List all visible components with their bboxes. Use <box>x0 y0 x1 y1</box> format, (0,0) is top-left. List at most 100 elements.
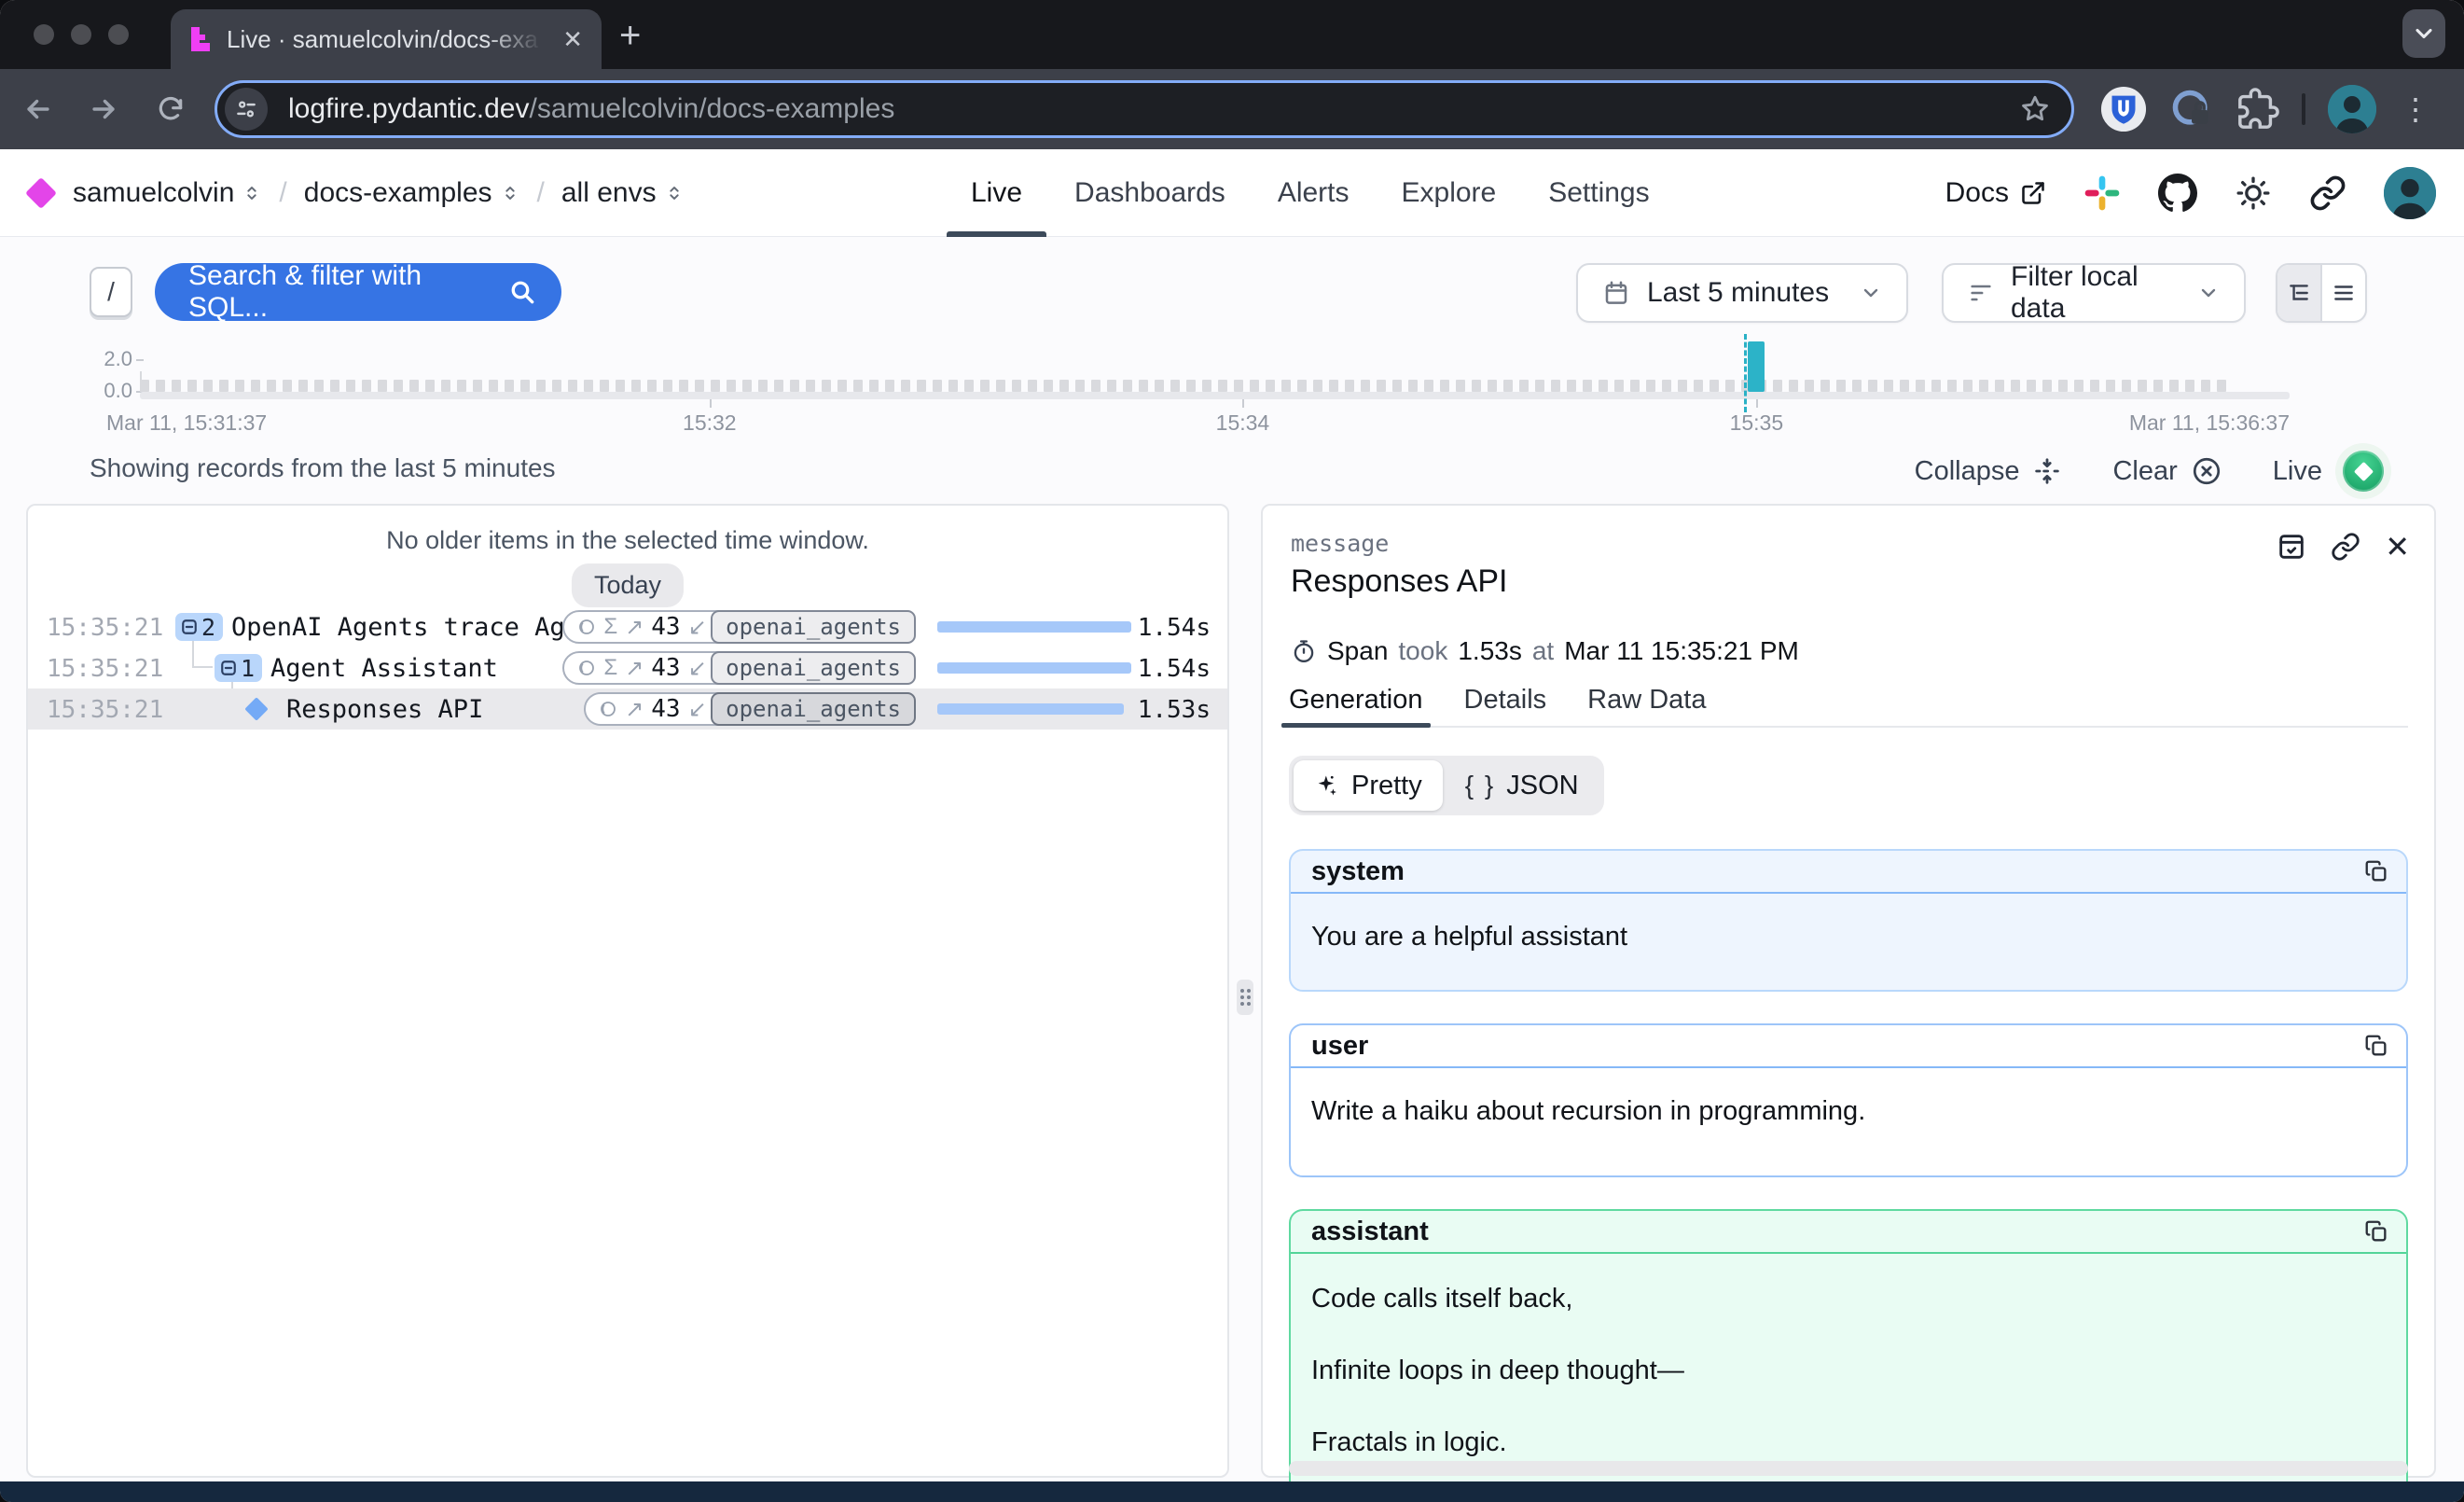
view-mode-toggle <box>2276 263 2367 323</box>
share-link-icon[interactable] <box>2309 174 2346 212</box>
copy-icon[interactable] <box>2363 1218 2389 1245</box>
panel-resize-handle[interactable] <box>1237 980 1253 1015</box>
row-timestamp: 15:35:21 <box>47 696 163 724</box>
theme-sun-icon[interactable] <box>2235 174 2272 212</box>
span-count-badge[interactable]: 1 <box>215 654 262 682</box>
pretty-toggle-button[interactable]: Pretty <box>1294 760 1443 811</box>
tab-search-button[interactable] <box>2402 9 2445 58</box>
select-chevrons-icon <box>500 183 520 203</box>
forward-button[interactable] <box>88 93 119 125</box>
breadcrumb-project[interactable]: docs-examples <box>304 177 520 209</box>
message-card-user: user Write a haiku about recursion in pr… <box>1289 1023 2408 1177</box>
tab-raw-data[interactable]: Raw Data <box>1587 679 1706 726</box>
chevron-down-icon <box>2197 282 2220 304</box>
tokens-in-count: 43 <box>651 613 680 641</box>
search-filter-button[interactable]: Search & filter with SQL... <box>155 263 561 321</box>
x-axis-tick: 15:34 <box>1216 410 1270 436</box>
records-rows: 15:35:21 2 OpenAI Agents trace Agent… Σ … <box>28 606 1227 730</box>
nav-tab-alerts[interactable]: Alerts <box>1278 149 1350 237</box>
window-controls[interactable] <box>34 24 129 45</box>
url-path: /samuelcolvin/docs-examples <box>530 93 895 124</box>
message-line: Write a haiku about recursion in program… <box>1311 1096 2386 1127</box>
duration-value: 1.53s <box>1138 696 1211 724</box>
span-count-badge[interactable]: 2 <box>175 613 223 641</box>
breadcrumb-org[interactable]: samuelcolvin <box>73 177 262 209</box>
external-link-icon <box>2020 180 2046 206</box>
tab-generation[interactable]: Generation <box>1289 679 1423 726</box>
table-row[interactable]: 15:35:21 1 Agent Assistant Σ ↗ 43 ↙ 20 o… <box>28 647 1227 688</box>
github-icon[interactable] <box>2158 174 2197 213</box>
live-toggle[interactable]: Live <box>2273 443 2391 499</box>
window-zoom-button[interactable] <box>108 24 129 45</box>
copy-icon[interactable] <box>2363 1033 2389 1059</box>
tokens-out-arrow-icon: ↙ <box>688 696 707 722</box>
tree-view-button[interactable] <box>2277 265 2320 321</box>
reload-button[interactable] <box>155 93 187 125</box>
clear-button[interactable]: Clear <box>2112 455 2222 487</box>
duration-value: 1.54s <box>1138 655 1211 683</box>
breadcrumb-env-label: all envs <box>561 177 657 209</box>
event-bar <box>1748 341 1765 392</box>
slack-icon[interactable] <box>2083 174 2121 212</box>
tab-title: Live · samuelcolvin/docs-exa <box>227 25 549 54</box>
browser-profile-avatar[interactable] <box>2328 85 2376 133</box>
message-card-assistant: assistant Code calls itself back, Infini… <box>1289 1209 2408 1497</box>
breadcrumb-project-label: docs-examples <box>304 177 492 209</box>
back-button[interactable] <box>22 93 54 125</box>
docs-label: Docs <box>1945 177 2009 209</box>
nav-tab-explore[interactable]: Explore <box>1402 149 1497 237</box>
nav-tab-dashboards[interactable]: Dashboards <box>1074 149 1225 237</box>
copy-link-icon[interactable] <box>2331 532 2360 562</box>
detail-tabs: Generation Details Raw Data <box>1289 679 2408 728</box>
list-view-button[interactable] <box>2320 265 2365 321</box>
table-row[interactable]: 15:35:21 2 OpenAI Agents trace Agent… Σ … <box>28 606 1227 647</box>
docs-link[interactable]: Docs <box>1945 177 2046 209</box>
copy-icon[interactable] <box>2363 858 2389 884</box>
collapse-button[interactable]: Collapse <box>1915 456 2063 487</box>
table-row-selected[interactable]: 15:35:21 Responses API ↗ 43 ↙ 20 openai_… <box>28 688 1227 730</box>
tokens-in-arrow-icon: ↗ <box>625 614 644 640</box>
nav-tab-live[interactable]: Live <box>971 149 1022 237</box>
pin-panel-icon[interactable] <box>2277 532 2306 562</box>
bitwarden-extension-icon[interactable] <box>2100 86 2147 132</box>
tokens-in-count: 43 <box>651 695 680 723</box>
close-panel-icon[interactable]: ✕ <box>2385 532 2410 562</box>
tab-close-icon[interactable]: ✕ <box>562 27 583 51</box>
sigma-icon: Σ <box>603 614 617 640</box>
today-pill[interactable]: Today <box>572 563 684 607</box>
browser-tab[interactable]: Live · samuelcolvin/docs-exa ✕ <box>171 9 602 69</box>
message-line: You are a helpful assistant <box>1311 922 2386 953</box>
chevron-down-icon <box>2411 21 2437 47</box>
json-toggle-button[interactable]: { } JSON <box>1445 760 1599 811</box>
new-tab-button[interactable]: + <box>619 17 641 54</box>
tab-details[interactable]: Details <box>1464 679 1547 726</box>
site-settings-button[interactable] <box>225 88 268 131</box>
url-host: logfire.pydantic.dev <box>288 93 530 124</box>
browser-toolbar: logfire.pydantic.dev/samuelcolvin/docs-e… <box>0 69 2464 149</box>
lock-extension-icon[interactable] <box>2169 87 2214 132</box>
window-minimize-button[interactable] <box>71 24 91 45</box>
detail-actions: ✕ <box>2277 532 2410 562</box>
message-role: assistant <box>1311 1217 1429 1247</box>
span-name: Responses API <box>286 695 483 724</box>
user-avatar[interactable] <box>2384 167 2436 219</box>
url-bar[interactable]: logfire.pydantic.dev/samuelcolvin/docs-e… <box>215 80 2074 138</box>
extensions-puzzle-icon[interactable] <box>2236 88 2279 131</box>
live-toggle-button[interactable] <box>2343 451 2384 492</box>
time-range-dropdown[interactable]: Last 5 minutes <box>1576 263 1908 323</box>
message-cards: system You are a helpful assistant user … <box>1289 849 2408 1497</box>
window-close-button[interactable] <box>34 24 54 45</box>
empty-notice: No older items in the selected time wind… <box>28 526 1227 555</box>
browser-menu-button[interactable]: ⋮ <box>2401 91 2430 127</box>
x-axis-tick: 15:35 <box>1730 410 1784 436</box>
avatar-image <box>2384 167 2436 219</box>
timeline-chart[interactable] <box>140 341 2290 399</box>
forward-arrow-icon <box>88 93 119 125</box>
breadcrumb-env[interactable]: all envs <box>561 177 685 209</box>
local-filter-dropdown[interactable]: Filter local data <box>1942 263 2246 323</box>
breadcrumb-org-label: samuelcolvin <box>73 177 234 209</box>
nav-tab-settings[interactable]: Settings <box>1548 149 1649 237</box>
duration-value: 1.54s <box>1138 614 1211 642</box>
select-chevrons-icon <box>664 183 685 203</box>
bookmark-star-icon[interactable] <box>2019 93 2051 125</box>
